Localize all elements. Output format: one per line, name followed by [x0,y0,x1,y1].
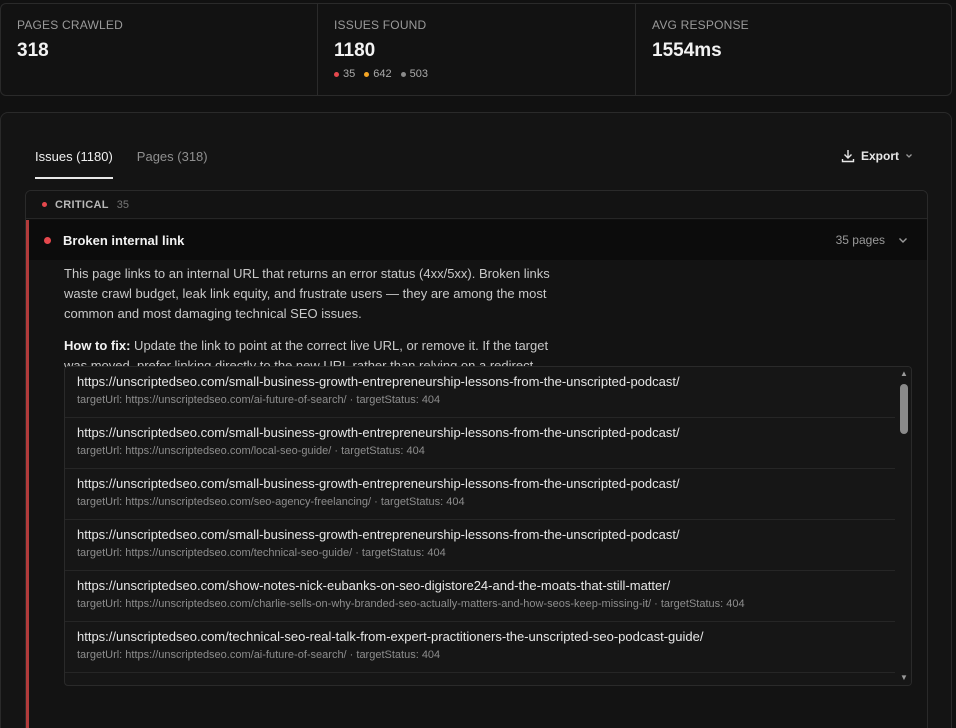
critical-dot-icon [42,202,47,207]
url-detail: targetUrl: https://unscriptedseo.com/cha… [77,598,745,610]
warning-count: 642 [364,68,392,80]
critical-dot-icon [44,236,51,244]
critical-count: 35 [334,68,355,80]
page-url[interactable]: https://unscriptedseo.com/small-business… [77,527,895,542]
critical-dot-icon [334,71,339,77]
stat-value: 318 [17,40,49,61]
page-url[interactable]: https://unscriptedseo.com/small-business… [77,476,895,491]
tab-bar: Issues (1180) Pages (318) [35,149,208,179]
tab-pages[interactable]: Pages (318) [137,149,208,179]
issue-pages-count: 35 pages [835,233,885,247]
warning-dot-icon [364,71,370,77]
url-detail: targetUrl: https://unscriptedseo.com/loc… [77,445,425,457]
issues-panel: Issues (1180) Pages (318) Export CRITICA… [0,112,952,728]
severity-label: CRITICAL [55,198,109,211]
notice-dot-icon [400,71,406,77]
scroll-up-arrow-icon[interactable]: ▲ [899,369,909,379]
chevron-down-icon[interactable] [897,234,909,246]
url-row[interactable]: https://unscriptedseo.com/show-notes-nic… [65,571,895,622]
severity-count: 35 [116,198,129,211]
stat-label: AVG RESPONSE [652,18,749,32]
issue-description: This page links to an internal URL that … [64,266,550,321]
url-row[interactable]: https://unscriptedseo.com/technical-seo-… [65,622,895,673]
url-detail: targetUrl: https://unscriptedseo.com/tec… [77,547,446,559]
stats-bar: PAGES CRAWLED 318 ISSUES FOUND 1180 35 6… [0,3,952,96]
download-icon [841,150,855,163]
page-url[interactable]: https://unscriptedseo.com/show-notes-nic… [77,578,895,593]
stat-issues-found: ISSUES FOUND 1180 35 642 503 [318,4,636,95]
url-row[interactable]: https://unscriptedseo.com/small-business… [65,469,895,520]
page-url[interactable]: https://unscriptedseo.com/small-business… [77,425,895,440]
url-detail: targetUrl: https://unscriptedseo.com/seo… [77,496,465,508]
stat-value: 1180 [334,40,376,61]
severity-group-header[interactable]: CRITICAL 35 [26,191,927,219]
stat-value: 1554ms [652,40,722,61]
url-detail: targetUrl: https://unscriptedseo.com/ai-… [77,394,441,406]
issue-description-block: This page links to an internal URL that … [29,260,554,376]
stat-label: PAGES CRAWLED [17,18,123,32]
url-detail: targetUrl: https://unscriptedseo.com/ai-… [77,649,441,661]
scroll-thumb[interactable] [900,384,908,434]
affected-urls-list: https://unscriptedseo.com/small-business… [64,366,912,686]
issue-card: Broken internal link 35 pages This page … [26,220,927,728]
scroll-down-arrow-icon[interactable]: ▼ [899,673,909,683]
scrollbar[interactable]: ▲ ▼ [897,367,911,685]
notice-count: 503 [400,68,428,80]
url-row[interactable]: https://unscriptedseo.com/small-business… [65,418,895,469]
how-to-fix-label: How to fix: [64,338,131,353]
url-row[interactable]: https://unscriptedseo.com/small-business… [65,520,895,571]
stat-label: ISSUES FOUND [334,18,427,32]
stat-pages-crawled: PAGES CRAWLED 318 [1,4,318,95]
issue-header[interactable]: Broken internal link 35 pages [29,220,927,260]
export-label: Export [860,149,899,163]
page-url[interactable]: https://unscriptedseo.com/small-business… [77,374,895,389]
url-row[interactable]: https://unscriptedseo.com/small-business… [65,367,895,418]
export-button[interactable]: Export [841,149,913,163]
issue-title: Broken internal link [63,232,185,248]
stat-avg-response: AVG RESPONSE 1554ms [636,4,951,95]
tab-issues[interactable]: Issues (1180) [35,149,113,179]
severity-group: CRITICAL 35 Broken internal link 35 page… [25,190,928,728]
chevron-down-icon [906,154,912,158]
page-url[interactable]: https://unscriptedseo.com/technical-seo-… [77,629,895,644]
severity-breakdown: 35 642 503 [334,68,619,80]
